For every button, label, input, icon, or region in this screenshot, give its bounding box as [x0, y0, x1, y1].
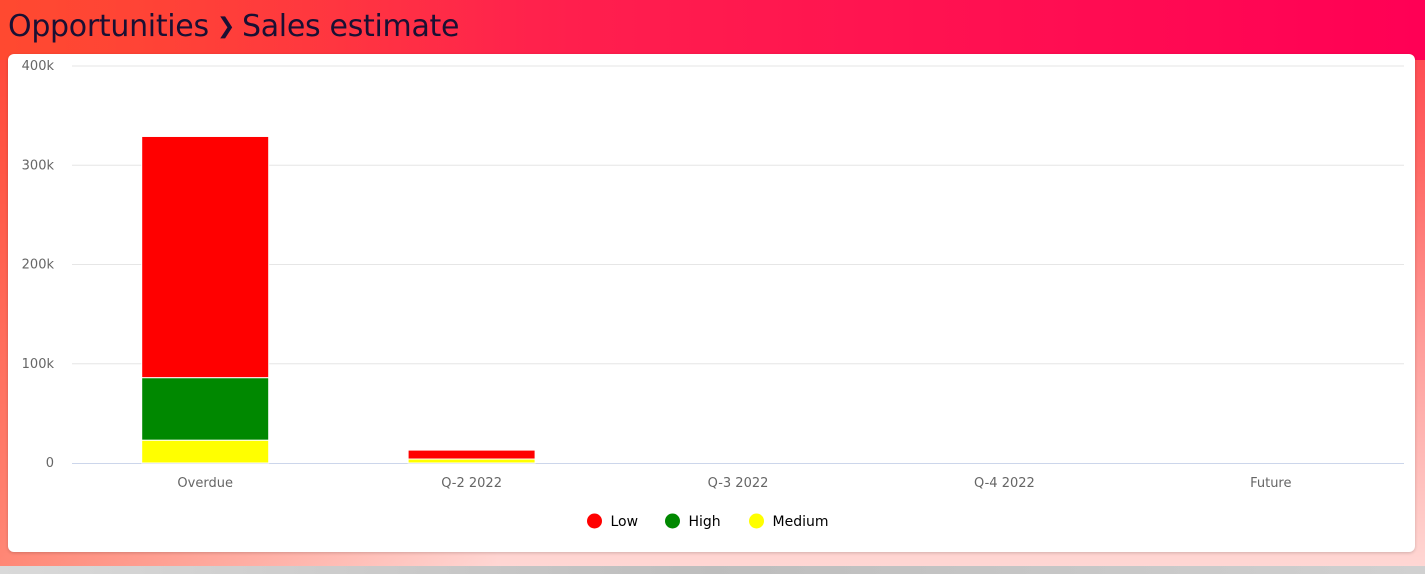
- bottom-strip: [0, 566, 1425, 574]
- bar-segment-low[interactable]: [407, 449, 536, 460]
- breadcrumb: Opportunities ❯ Sales estimate: [8, 4, 459, 48]
- legend-marker-low[interactable]: [587, 513, 602, 529]
- legend-label-low[interactable]: Low: [611, 514, 639, 530]
- legend-label-medium[interactable]: Medium: [773, 514, 829, 530]
- x-tick-label: Q-4 2022: [974, 476, 1035, 491]
- breadcrumb-chevron-icon: ❯: [216, 13, 235, 39]
- bar-segment-high[interactable]: [141, 377, 270, 441]
- legend-label-high[interactable]: High: [689, 514, 721, 530]
- y-tick-label: 200k: [22, 258, 55, 273]
- legend-marker-medium[interactable]: [749, 513, 764, 529]
- x-tick-label: Q-3 2022: [708, 476, 769, 491]
- y-tick-label: 0: [46, 456, 54, 471]
- breadcrumb-parent[interactable]: Opportunities: [8, 9, 209, 44]
- x-tick-label: Future: [1250, 476, 1291, 491]
- bar-segment-medium[interactable]: [141, 439, 270, 464]
- bar-segment-low[interactable]: [141, 135, 270, 379]
- legend-marker-high[interactable]: [665, 513, 680, 529]
- stacked-bar-chart: 0 100k 200k 300k 400k Overdue Q-2 2022 Q-3 2022…: [22, 59, 1404, 530]
- chart-card: 0 100k 200k 300k 400k Overdue Q-2 2022 Q-3 2022…: [8, 54, 1415, 552]
- y-tick-label: 300k: [22, 158, 55, 173]
- x-tick-label: Overdue: [177, 476, 233, 491]
- x-tick-label: Q-2 2022: [441, 476, 502, 491]
- page-title: Sales estimate: [241, 8, 460, 44]
- y-tick-label: 400k: [22, 59, 55, 74]
- bar-segment-medium[interactable]: [407, 458, 536, 464]
- y-tick-label: 100k: [22, 357, 55, 372]
